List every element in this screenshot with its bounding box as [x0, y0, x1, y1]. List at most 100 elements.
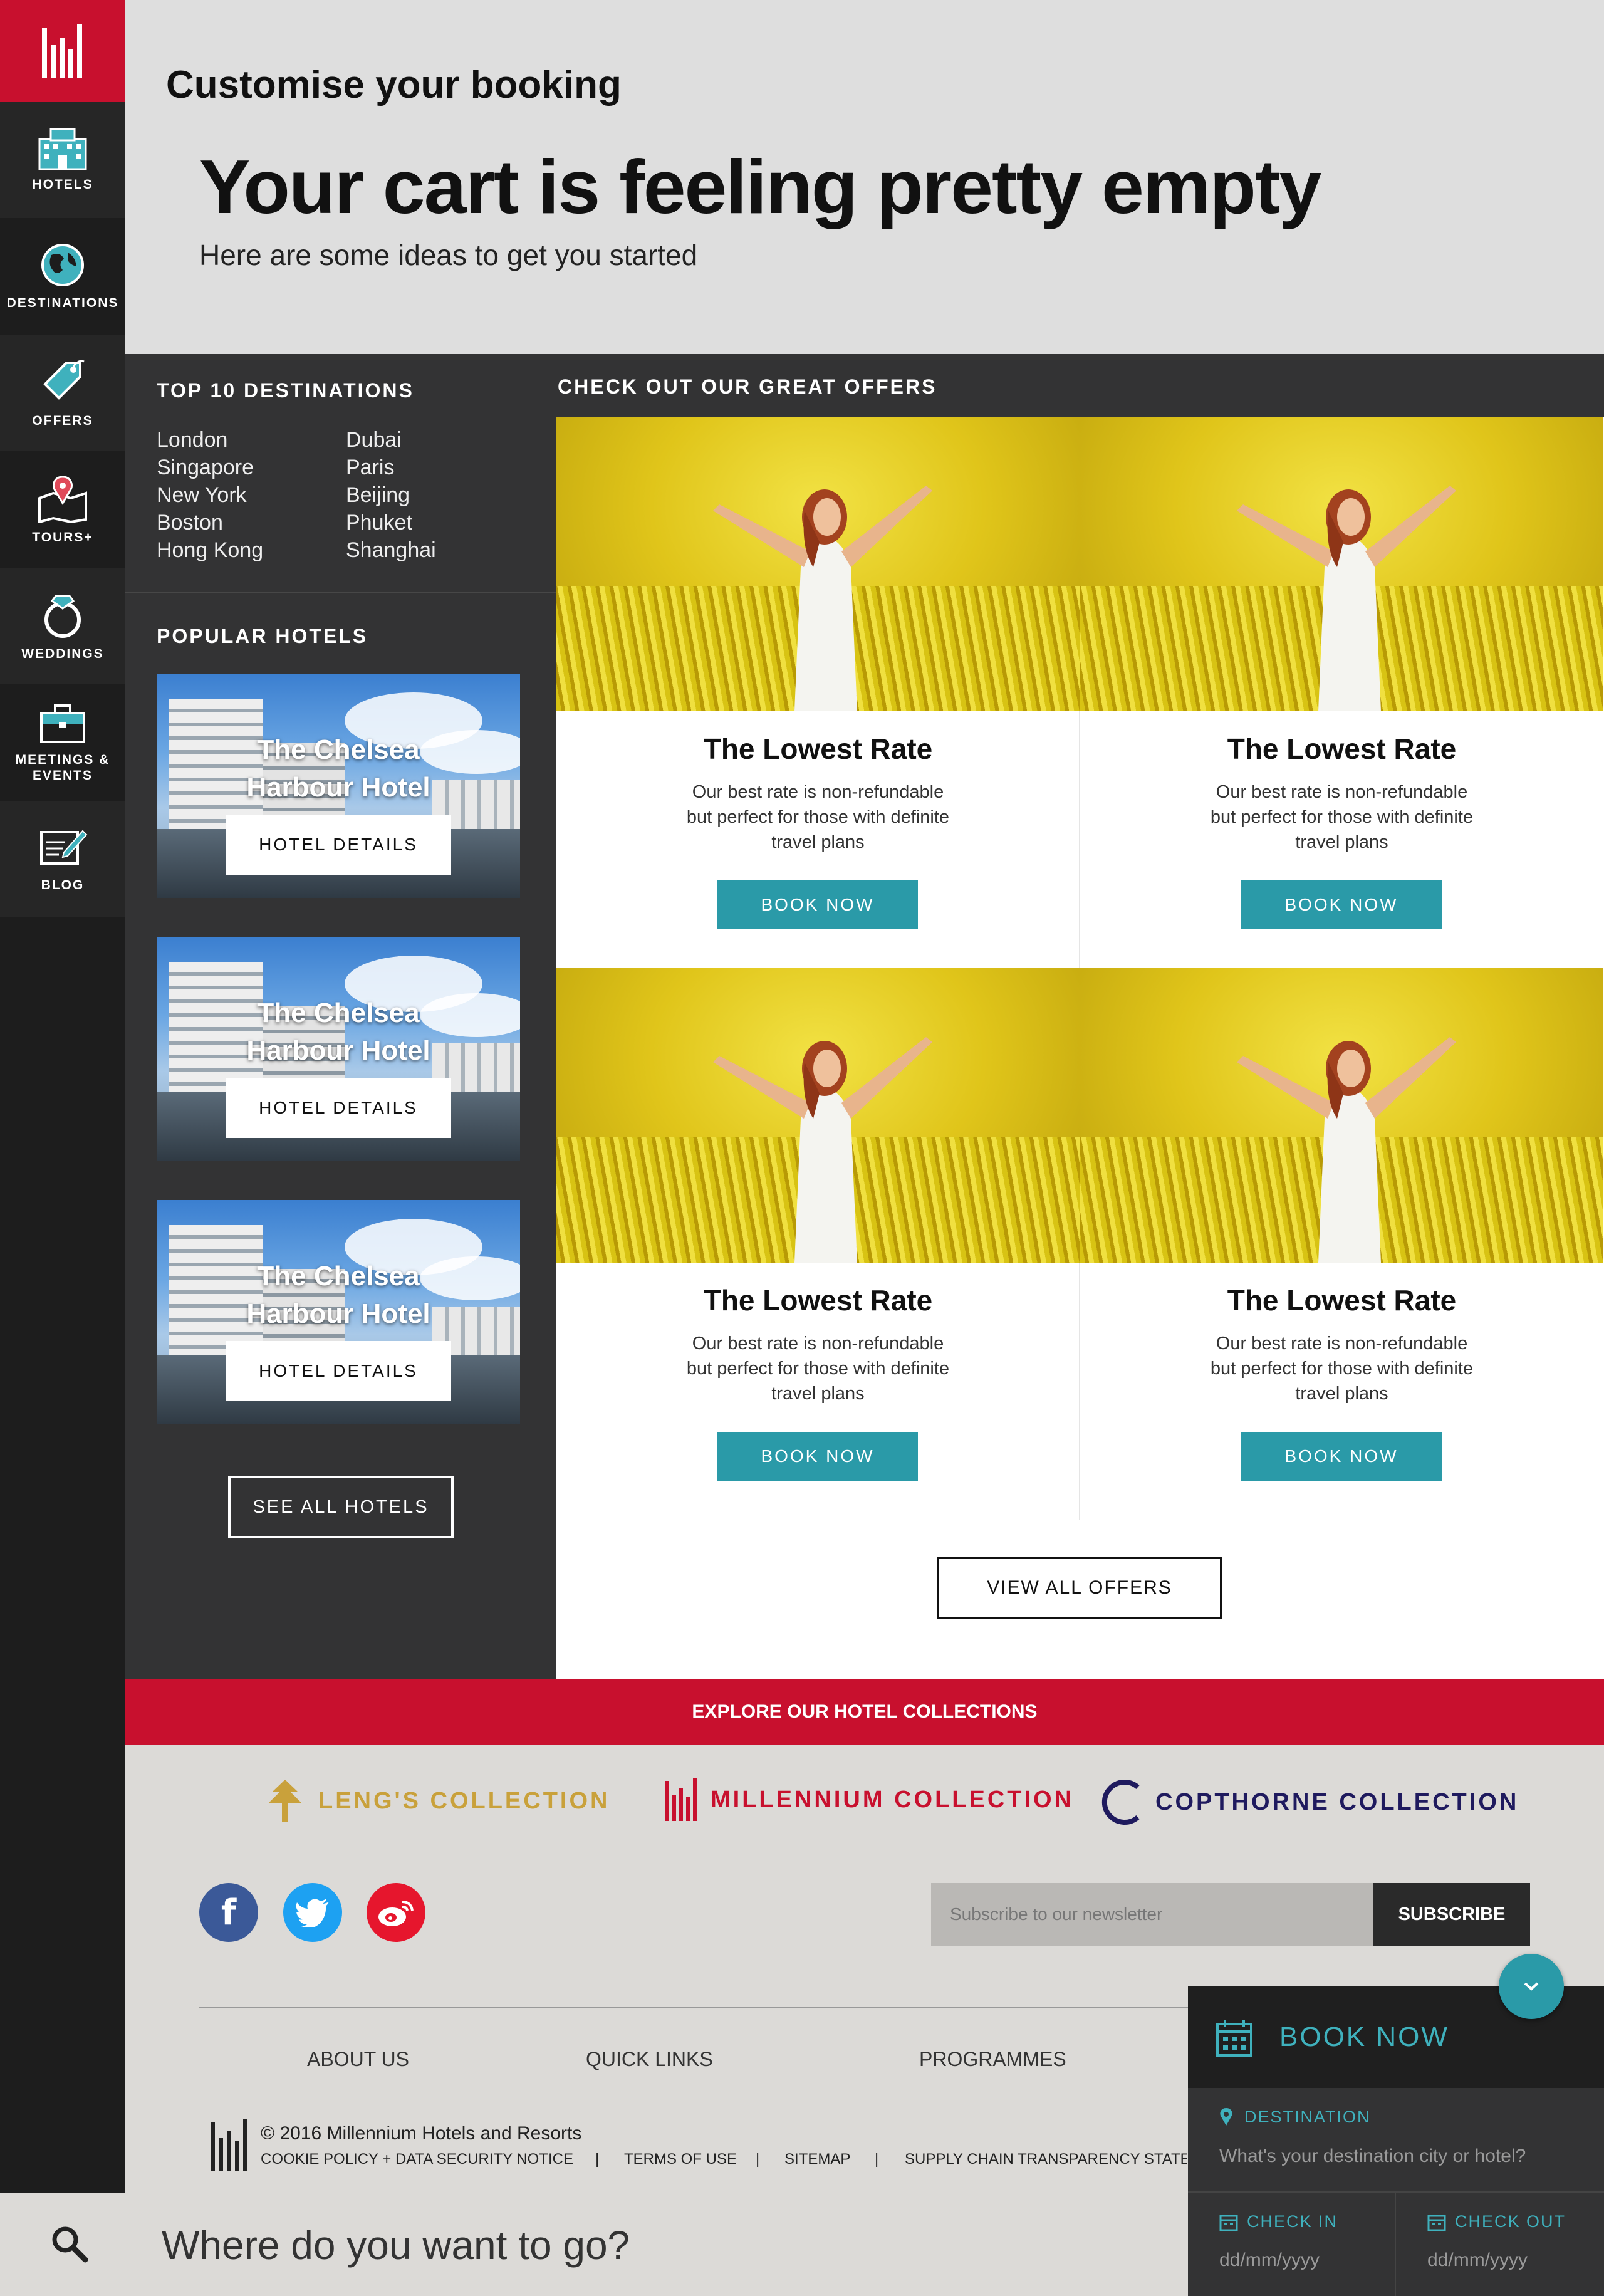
edit-note-icon [40, 830, 88, 865]
hotel-details-button[interactable]: HOTEL DETAILS [226, 815, 451, 875]
popular-hotels-title: POPULAR HOTELS [157, 625, 368, 647]
woman-in-field-illustration [713, 1037, 932, 1263]
destinations-list-col1: London Singapore New York Boston Hong Ko… [157, 426, 263, 564]
millennium-logo-icon [42, 24, 82, 78]
offer-card-text: The Lowest Rate Our best rate is non-ref… [556, 1283, 1080, 1406]
checkout-label-row: CHECK OUT [1427, 2212, 1566, 2231]
destination-link[interactable]: Dubai [346, 426, 436, 454]
sidebar-item-meetings-events[interactable]: MEETINGS & EVENTS [0, 684, 125, 801]
cookie-policy-link[interactable]: COOKIE POLICY + DATA SECURITY NOTICE [261, 2151, 573, 2168]
offer-card-text: The Lowest Rate Our best rate is non-ref… [556, 732, 1080, 855]
offer-card-text: The Lowest Rate Our best rate is non-ref… [1080, 1283, 1603, 1406]
hotel-card[interactable]: The Chelsea Harbour Hotel HOTEL DETAILS [157, 937, 520, 1161]
destination-link[interactable]: Paris [346, 454, 436, 481]
hotel-details-button[interactable]: HOTEL DETAILS [226, 1341, 451, 1401]
calendar-icon [1219, 2215, 1238, 2231]
briefcase-icon [40, 704, 85, 743]
offer-card-text: The Lowest Rate Our best rate is non-ref… [1080, 732, 1603, 855]
view-all-offers-button[interactable]: VIEW ALL OFFERS [937, 1557, 1222, 1619]
sitemap-link[interactable]: SITEMAP [784, 2151, 850, 2168]
destination-link[interactable]: Beijing [346, 481, 436, 509]
sidebar-item-label: HOTELS [32, 177, 93, 192]
destination-link[interactable]: New York [157, 481, 263, 509]
legal-separator: | [595, 2151, 600, 2168]
offer-image[interactable] [1080, 417, 1603, 711]
destination-input[interactable]: What's your destination city or hotel? [1219, 2146, 1526, 2167]
sidebar-item-label: TOURS+ [32, 530, 93, 545]
offers-header: CHECK OUT OUR GREAT OFFERS [556, 354, 1604, 417]
search-icon[interactable] [50, 2225, 89, 2263]
hotel-name: The Chelsea Harbour Hotel [246, 734, 430, 803]
globe-icon [41, 244, 84, 287]
destination-link[interactable]: Singapore [157, 454, 263, 481]
sidebar-nav: HOTELS DESTINATIONS OFFERS TOURS+ WEDDIN… [0, 0, 125, 2296]
destination-link[interactable]: Shanghai [346, 536, 436, 564]
book-now-button[interactable]: BOOK NOW [1241, 880, 1442, 929]
footer-link-about[interactable]: ABOUT US [307, 2048, 409, 2071]
sidebar-item-destinations[interactable]: DESTINATIONS [0, 218, 125, 335]
ring-icon [44, 595, 81, 639]
footer-link-programmes[interactable]: PROGRAMMES [919, 2048, 1066, 2071]
copthorne-logo-icon [1101, 1780, 1140, 1825]
calendar-icon [1216, 2020, 1252, 2057]
woman-in-field-illustration [1237, 486, 1456, 711]
hotel-building-icon [38, 128, 87, 170]
sidebar-item-weddings[interactable]: WEDDINGS [0, 568, 125, 684]
see-all-hotels-button[interactable]: SEE ALL HOTELS [228, 1476, 454, 1538]
offer-image[interactable] [556, 417, 1080, 711]
checkin-label-row: CHECK IN [1219, 2212, 1338, 2231]
copyright-text: © 2016 Millennium Hotels and Resorts [261, 2123, 582, 2144]
booking-divider-vertical [1395, 2193, 1396, 2296]
subscribe-button[interactable]: SUBSCRIBE [1373, 1883, 1530, 1946]
checkout-input[interactable]: dd/mm/yyyy [1427, 2250, 1528, 2271]
destination-link[interactable]: Phuket [346, 509, 436, 536]
offer-image[interactable] [556, 968, 1080, 1263]
legal-separator: | [875, 2151, 879, 2168]
offer-description: Our best rate is non-refundable but perfe… [1210, 782, 1474, 852]
sidebar-item-tours[interactable]: TOURS+ [0, 451, 125, 568]
weibo-icon[interactable] [367, 1883, 425, 1942]
location-pin-icon [1220, 2108, 1232, 2126]
millennium-logo-icon [665, 1778, 697, 1821]
brand-logo[interactable] [0, 0, 125, 102]
hotel-name: The Chelsea Harbour Hotel [246, 998, 430, 1066]
millennium-collection-link[interactable]: MILLENNIUM COLLECTION [665, 1778, 1074, 1821]
hotel-name: The Chelsea Harbour Hotel [246, 1261, 430, 1329]
copthorne-collection-link[interactable]: COPTHORNE COLLECTION [1100, 1778, 1519, 1826]
destinations-list-col2: Dubai Paris Beijing Phuket Shanghai [346, 426, 436, 564]
sidebar-item-hotels[interactable]: HOTELS [0, 102, 125, 218]
checkin-input[interactable]: dd/mm/yyyy [1219, 2250, 1320, 2271]
search-input[interactable]: Where do you want to go? [162, 2222, 630, 2268]
collapse-toggle-button[interactable] [1499, 1954, 1564, 2019]
terms-of-use-link[interactable]: TERMS OF USE [624, 2151, 737, 2168]
book-now-button[interactable]: BOOK NOW [1241, 1432, 1442, 1481]
book-now-button[interactable]: BOOK NOW [717, 1432, 918, 1481]
sidebar-item-offers[interactable]: OFFERS [0, 335, 125, 451]
twitter-icon[interactable] [283, 1883, 342, 1942]
footer-link-quick-links[interactable]: QUICK LINKS [586, 2048, 713, 2071]
offer-description: Our best rate is non-refundable but perfe… [686, 1333, 950, 1404]
sidebar-item-blog[interactable]: BLOG [0, 801, 125, 917]
booking-panel-title: BOOK NOW [1279, 2022, 1449, 2052]
page-title: Your cart is feeling pretty empty [199, 144, 1321, 229]
hotel-card[interactable]: The Chelsea Harbour Hotel HOTEL DETAILS [157, 674, 520, 898]
destination-link[interactable]: Boston [157, 509, 263, 536]
sidebar-item-label-2: EVENTS [32, 768, 93, 783]
offer-title: The Lowest Rate [1227, 1284, 1457, 1317]
destination-link[interactable]: London [157, 426, 263, 454]
legal-separator: | [756, 2151, 760, 2168]
facebook-icon[interactable]: f [199, 1883, 258, 1942]
booking-divider [1188, 2191, 1604, 2193]
footer-divider [199, 2007, 1264, 2008]
offer-image[interactable] [1080, 968, 1603, 1263]
destination-label: DESTINATION [1244, 2107, 1371, 2126]
collections-banner: EXPLORE OUR HOTEL COLLECTIONS [125, 1679, 1604, 1745]
sidebar-item-label: MEETINGS & [15, 752, 110, 767]
book-now-button[interactable]: BOOK NOW [717, 880, 918, 929]
newsletter-input[interactable]: Subscribe to our newsletter [931, 1883, 1375, 1946]
lengs-collection-link[interactable]: LENG'S COLLECTION [266, 1778, 610, 1824]
hotel-card[interactable]: The Chelsea Harbour Hotel HOTEL DETAILS [157, 1200, 520, 1424]
supply-chain-link[interactable]: SUPPLY CHAIN TRANSPARENCY STATEM [905, 2151, 1187, 2168]
hotel-details-button[interactable]: HOTEL DETAILS [226, 1078, 451, 1138]
destination-link[interactable]: Hong Kong [157, 536, 263, 564]
